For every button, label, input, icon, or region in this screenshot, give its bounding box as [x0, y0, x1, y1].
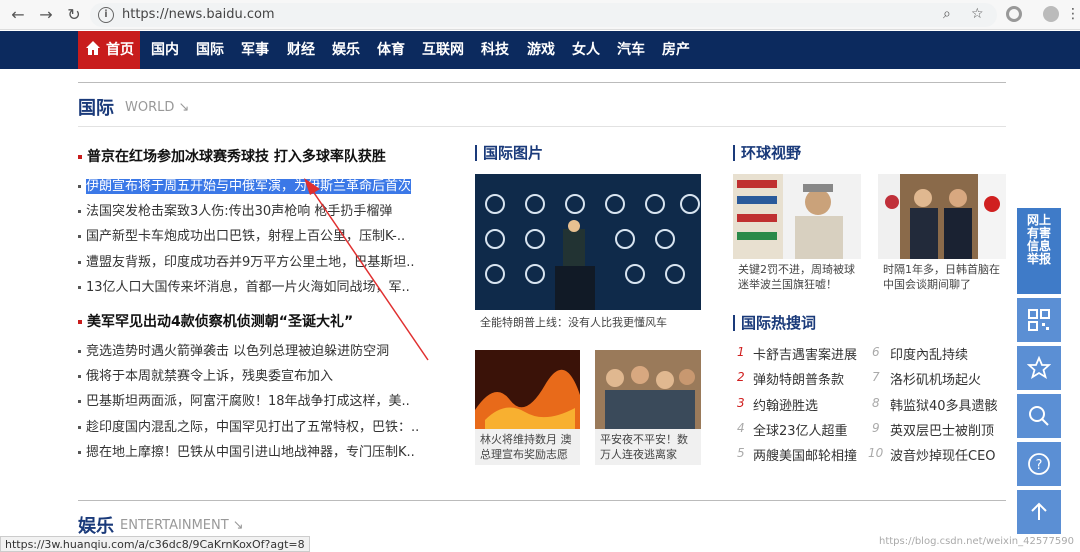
photo-caption[interactable]: 平安夜不平安！数万人连夜逃离家	[595, 429, 701, 465]
hot-rank: 6	[872, 345, 880, 359]
list-item[interactable]: 俄将于本周就禁赛令上诉，残奥委宣布加入	[78, 365, 423, 384]
hot-rank: 1	[737, 345, 745, 359]
address-bar[interactable]: i https://news.baidu.com ⌕ ☆	[90, 3, 997, 27]
zoom-icon[interactable]: ⌕	[943, 6, 951, 22]
hot-rank: 4	[737, 421, 745, 435]
photo-caption[interactable]: 全能特朗普上线：没有人比我更懂风车	[475, 312, 701, 333]
nav-item-sports[interactable]: 体育	[377, 31, 405, 69]
url-text: https://news.baidu.com	[122, 7, 275, 22]
qrcode-icon	[1028, 309, 1050, 331]
photo-caption[interactable]: 林火将维持数月 澳总理宣布奖励志愿	[475, 429, 580, 465]
status-bar: https://3w.huanqiu.com/a/c36dc8/9CaKrnKo…	[0, 536, 310, 552]
list-item[interactable]: 摁在地上摩擦！巴铁从中国引进山地战神器，专门压制K..	[78, 441, 423, 460]
section-subtitle-world[interactable]: WORLD ↘	[125, 100, 189, 115]
list-item[interactable]: 巴基斯坦两面派，阿富汗腐败！18年战争打成这样，美..	[78, 390, 423, 409]
hot-rank: 3	[737, 396, 745, 410]
menu-icon[interactable]: ⋮	[1066, 6, 1080, 22]
hot-search-item[interactable]: 卡舒吉遇害案进展	[753, 344, 857, 363]
nav-item-games[interactable]: 游戏	[527, 31, 555, 69]
news-photo-main[interactable]	[475, 174, 701, 310]
nav-item-internet[interactable]: 互联网	[422, 31, 464, 69]
hot-search-item[interactable]: 韩监狱40多具遗骸	[890, 395, 998, 414]
watermark: https://blog.csdn.net/weixin_42577590	[878, 536, 1074, 547]
annotation-arrow	[304, 178, 429, 361]
section-title-entertainment[interactable]: 娱乐	[78, 512, 114, 538]
report-button[interactable]: 网上有害信息举报	[1017, 208, 1061, 294]
news-photo-summit[interactable]	[878, 174, 1006, 259]
back-icon[interactable]: ←	[8, 5, 28, 25]
photo-caption[interactable]: 关键2罚不进，周琦被球迷举波兰国旗狂嘘！	[733, 259, 861, 295]
headline[interactable]: 普京在红场参加冰球赛秀球技 打入多球率队获胜	[78, 146, 386, 166]
nav-item-world[interactable]: 国际	[196, 31, 224, 69]
divider	[78, 126, 1006, 127]
extension-icon[interactable]	[1006, 6, 1022, 22]
hot-search-item[interactable]: 两艘美国邮轮相撞	[753, 445, 857, 464]
nav-item-women[interactable]: 女人	[572, 31, 600, 69]
news-photo-zhouqi[interactable]	[733, 174, 861, 259]
hot-search-item[interactable]: 弹劾特朗普条款	[753, 369, 844, 388]
main-nav: 首页 国内 国际 军事 财经 娱乐 体育 互联网 科技 游戏 女人 汽车 房产	[0, 31, 1080, 69]
news-photo-crowd[interactable]	[595, 350, 701, 429]
hot-rank: 2	[737, 370, 745, 384]
profile-avatar[interactable]	[1043, 6, 1059, 22]
info-icon[interactable]: i	[98, 7, 114, 23]
list-item[interactable]: 趁印度国内混乱之际，中国罕见打出了五常特权，巴铁：..	[78, 416, 423, 435]
favorite-button[interactable]	[1017, 346, 1061, 390]
section-title-global-view[interactable]: 环球视野	[733, 145, 801, 161]
hot-search-item[interactable]: 波音炒掉现任CEO	[890, 445, 996, 464]
nav-item-finance[interactable]: 财经	[287, 31, 315, 69]
qrcode-button[interactable]	[1017, 298, 1061, 342]
help-icon: ?	[1028, 453, 1050, 475]
nav-item-entertainment[interactable]: 娱乐	[332, 31, 360, 69]
reload-icon[interactable]: ↻	[64, 5, 84, 25]
section-subtitle-entertainment[interactable]: ENTERTAINMENT ↘	[120, 518, 244, 533]
hot-search-item[interactable]: 洛杉矶机场起火	[890, 369, 981, 388]
divider	[78, 500, 1006, 501]
section-title-photos[interactable]: 国际图片	[475, 145, 543, 161]
divider	[78, 82, 1006, 83]
home-icon	[86, 41, 100, 55]
search-button[interactable]	[1017, 394, 1061, 438]
star-icon	[1027, 356, 1051, 379]
back-to-top-button[interactable]	[1017, 490, 1061, 534]
arrow-up-icon	[1031, 502, 1047, 520]
nav-item-domestic[interactable]: 国内	[151, 31, 179, 69]
browser-toolbar: ← → ↻ i https://news.baidu.com ⌕ ☆ ⋮	[0, 0, 1080, 30]
hot-rank: 9	[872, 421, 880, 435]
report-label: 网上有害信息举报	[1027, 213, 1052, 266]
photo-stage	[475, 174, 701, 310]
hot-search-item[interactable]: 印度內乱持续	[890, 344, 968, 363]
search-icon	[1029, 406, 1049, 426]
hot-rank: 5	[737, 446, 745, 460]
photo-caption[interactable]: 时隔1年多，日韩首脑在中国会谈期间聊了	[878, 259, 1006, 295]
nav-item-tech[interactable]: 科技	[481, 31, 509, 69]
nav-item-auto[interactable]: 汽车	[617, 31, 645, 69]
news-photo-fire[interactable]	[475, 350, 580, 429]
nav-item-house[interactable]: 房产	[662, 31, 690, 69]
hot-search-item[interactable]: 全球23亿人超重	[753, 420, 848, 439]
section-title-world[interactable]: 国际	[78, 94, 114, 120]
nav-home[interactable]: 首页	[78, 31, 140, 69]
nav-home-label: 首页	[106, 42, 134, 58]
hot-search-item[interactable]: 英双层巴士被削顶	[890, 420, 994, 439]
help-button[interactable]: ?	[1017, 442, 1061, 486]
hot-search-item[interactable]: 约翰逊胜选	[753, 395, 818, 414]
bookmark-star-icon[interactable]: ☆	[971, 6, 984, 22]
svg-text:?: ?	[1036, 458, 1043, 473]
forward-icon[interactable]: →	[36, 5, 56, 25]
hot-rank: 10	[868, 446, 884, 460]
section-title-hot-search[interactable]: 国际热搜词	[733, 315, 816, 331]
hot-rank: 7	[872, 370, 880, 384]
nav-item-military[interactable]: 军事	[241, 31, 269, 69]
hot-rank: 8	[872, 396, 880, 410]
